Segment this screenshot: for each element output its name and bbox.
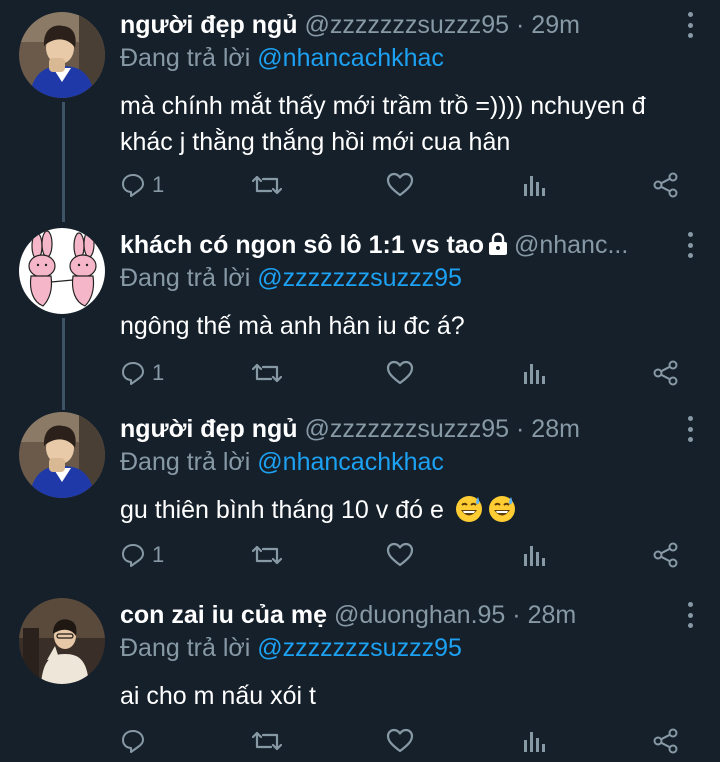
mention-link[interactable]: @nhancachkhac [257,44,444,72]
like-button[interactable] [386,356,414,390]
reply-button[interactable]: 1 [120,356,164,390]
timestamp[interactable]: · 29m [516,11,580,39]
stats-button[interactable] [522,724,546,758]
tweet-text: mà chính mắt thấy mới trầm trồ =)))) nch… [120,88,710,160]
share-button[interactable] [652,168,680,202]
mention-link[interactable]: @nhancachkhac [257,448,444,476]
replying-to: Đang trả lời @nhancachkhac [120,42,444,74]
retweet-icon [252,545,282,565]
like-button[interactable] [386,538,414,572]
grinning-sweat-emoji [487,494,517,534]
avatar[interactable] [19,12,105,98]
stats-button[interactable] [522,538,546,572]
more-vertical-icon[interactable] [686,232,694,258]
avatar[interactable] [19,228,105,314]
more-vertical-icon[interactable] [686,12,694,38]
tweet-actions [0,724,720,758]
reply-count: 1 [152,542,165,567]
replying-to-label: Đang trả lời [120,634,251,662]
display-name[interactable]: con zai iu của mẹ [120,601,327,629]
tweet[interactable]: khách có ngon sô lô 1:1 vs tao @nhanc... … [0,228,720,398]
user-handle[interactable]: @nhanc... [514,231,628,259]
tweet-text: ai cho m nấu xói t [120,678,710,714]
reply-count: 1 [152,172,165,197]
tweet-header: con zai iu của mẹ @duonghan.95 · 28m [120,598,670,632]
tweet-text-line: ai cho m nấu xói t [120,682,316,710]
retweet-button[interactable] [252,356,282,390]
timestamp[interactable]: · 28m [516,415,580,443]
reply-icon [122,174,144,197]
share-icon [653,172,678,198]
retweet-button[interactable] [252,724,282,758]
display-name[interactable]: người đẹp ngủ [120,11,298,39]
heart-icon [386,542,414,567]
more-vertical-icon[interactable] [686,602,694,628]
share-icon [653,728,678,754]
share-icon [653,360,678,386]
stats-icon [524,732,545,752]
tweet-actions: 1 [0,168,720,202]
retweet-icon [252,731,282,751]
stats-icon [524,546,545,566]
tweet-header: khách có ngon sô lô 1:1 vs tao @nhanc... [120,228,670,262]
stats-icon [524,364,545,384]
retweet-icon [252,175,282,195]
replying-to-label: Đang trả lời [120,448,251,476]
replying-to-label: Đang trả lời [120,44,251,72]
mention-link[interactable]: @zzzzzzzsuzzz95 [257,264,462,292]
like-button[interactable] [386,168,414,202]
timestamp[interactable]: · 28m [512,601,576,629]
share-button[interactable] [652,356,680,390]
reply-button[interactable]: 1 [120,168,164,202]
tweet-header: người đẹp ngủ @zzzzzzzsuzzz95 · 29m [120,8,670,42]
tweet-text: ngông thế mà anh hân iu đc á? [120,308,710,344]
tweet[interactable]: người đẹp ngủ @zzzzzzzsuzzz95 · 29m Đang… [0,8,720,208]
more-vertical-icon[interactable] [686,416,694,442]
share-button[interactable] [652,538,680,572]
display-name[interactable]: khách có ngon sô lô 1:1 vs tao [120,231,484,259]
tweet[interactable]: người đẹp ngủ @zzzzzzzsuzzz95 · 28m Đang… [0,412,720,582]
avatar[interactable] [19,598,105,684]
user-handle[interactable]: @duonghan.95 [334,601,505,629]
tweet-text-line: mà chính mắt thấy mới trầm trồ =)))) nch… [120,92,646,120]
replying-to: Đang trả lời @nhancachkhac [120,446,444,478]
tweet[interactable]: con zai iu của mẹ @duonghan.95 · 28m Đan… [0,598,720,762]
tweet-actions: 1 [0,538,720,572]
reply-button[interactable]: 1 [120,538,164,572]
tweet-text-line: khác j thằng thắng hồi mới cua hân [120,128,511,156]
replying-to: Đang trả lời @zzzzzzzsuzzz95 [120,262,462,294]
retweet-button[interactable] [252,538,282,572]
user-handle[interactable]: @zzzzzzzsuzzz95 [304,415,509,443]
grinning-sweat-emoji [454,494,484,534]
reply-icon [122,730,144,753]
retweet-button[interactable] [252,168,282,202]
share-button[interactable] [652,724,680,758]
mention-link[interactable]: @zzzzzzzsuzzz95 [257,634,462,662]
reply-icon [122,544,144,567]
heart-icon [386,360,414,385]
reply-button[interactable] [120,724,152,758]
reply-icon [122,362,144,385]
tweet-actions: 1 [0,356,720,390]
tweet-text: gu thiên bình tháng 10 v đó e [120,492,710,534]
stats-button[interactable] [522,356,546,390]
lock-icon [486,231,510,262]
replying-to-label: Đang trả lời [120,264,251,292]
like-button[interactable] [386,724,414,758]
retweet-icon [252,363,282,383]
tweet-text-line: ngông thế mà anh hân iu đc á? [120,312,465,340]
display-name[interactable]: người đẹp ngủ [120,415,298,443]
stats-icon [524,176,545,196]
share-icon [653,542,678,568]
heart-icon [386,172,414,197]
replying-to: Đang trả lời @zzzzzzzsuzzz95 [120,632,462,664]
tweet-text-line: gu thiên bình tháng 10 v đó e [120,496,444,524]
stats-button[interactable] [522,168,546,202]
heart-icon [386,728,414,753]
reply-count: 1 [152,360,165,385]
user-handle[interactable]: @zzzzzzzsuzzz95 [304,11,509,39]
tweet-header: người đẹp ngủ @zzzzzzzsuzzz95 · 28m [120,412,670,446]
avatar[interactable] [19,412,105,498]
